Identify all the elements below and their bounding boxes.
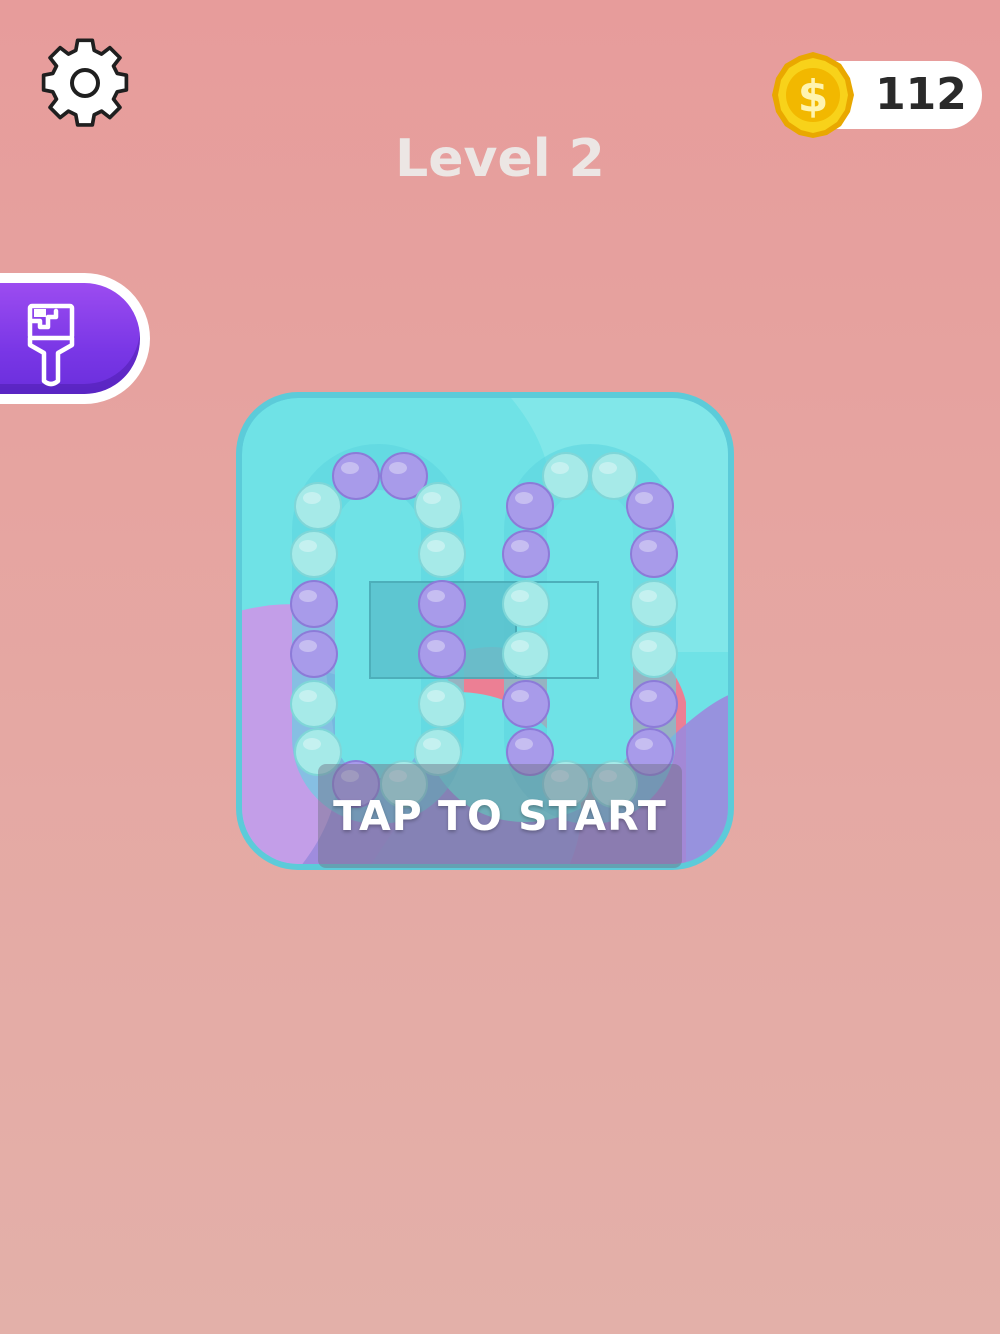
puzzle-ball xyxy=(332,452,380,500)
puzzle-ball xyxy=(502,680,550,728)
puzzle-ball xyxy=(414,482,462,530)
puzzle-ball xyxy=(290,680,338,728)
puzzle-ball xyxy=(502,530,550,578)
coin-counter: 112 $ xyxy=(770,50,982,140)
settings-button[interactable] xyxy=(38,36,132,130)
tap-to-start-banner[interactable]: TAP TO START xyxy=(318,764,682,868)
puzzle-ball xyxy=(418,580,466,628)
puzzle-ball xyxy=(630,580,678,628)
puzzle-ball xyxy=(630,530,678,578)
puzzle-ball xyxy=(502,630,550,678)
paint-brush-icon xyxy=(27,303,75,387)
puzzle-ball xyxy=(418,530,466,578)
svg-text:$: $ xyxy=(798,71,829,122)
puzzle-ball xyxy=(294,482,342,530)
puzzle-ball xyxy=(626,482,674,530)
puzzle-ball xyxy=(290,630,338,678)
coin-count: 112 xyxy=(875,69,967,120)
gear-icon xyxy=(41,38,129,127)
puzzle-ball xyxy=(630,680,678,728)
puzzle-ball xyxy=(590,452,638,500)
level-title: Level 2 xyxy=(395,129,605,189)
skin-shop-button-face xyxy=(0,283,140,394)
dollar-coin-icon: $ xyxy=(772,52,854,138)
puzzle-ball xyxy=(502,580,550,628)
puzzle-ball xyxy=(418,630,466,678)
puzzle-ball xyxy=(506,482,554,530)
puzzle-ball xyxy=(630,630,678,678)
puzzle-ball xyxy=(542,452,590,500)
puzzle-ball xyxy=(418,680,466,728)
puzzle-ball xyxy=(290,580,338,628)
tap-to-start-label: TAP TO START xyxy=(333,792,667,840)
puzzle-ball xyxy=(290,530,338,578)
skin-shop-button[interactable] xyxy=(0,273,150,404)
